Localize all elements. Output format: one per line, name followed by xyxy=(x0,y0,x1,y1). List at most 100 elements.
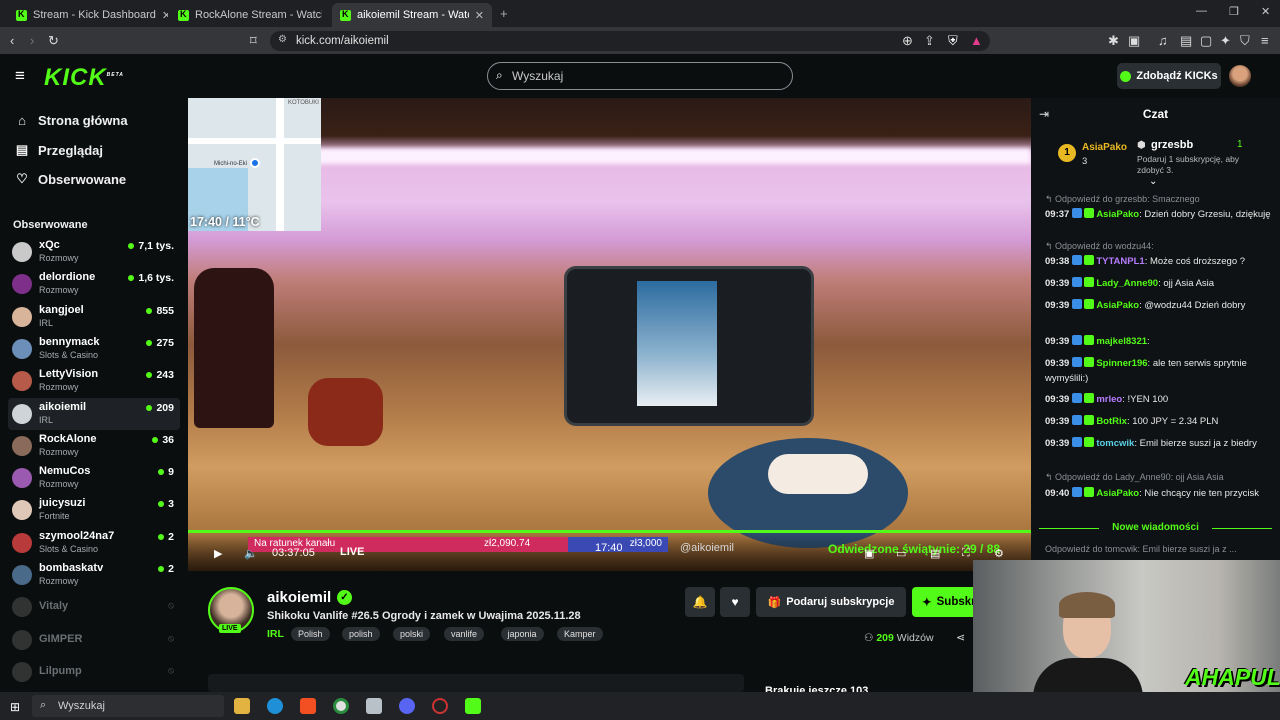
maximize-icon[interactable]: ❐ xyxy=(1229,5,1239,18)
stream-tag[interactable]: Polish xyxy=(291,627,330,641)
progress-bar[interactable] xyxy=(188,530,1031,533)
minimize-icon[interactable]: — xyxy=(1196,5,1207,17)
settings-gear-icon[interactable]: ⚙ xyxy=(994,547,1004,560)
hamburger-menu-icon[interactable]: ≡ xyxy=(15,66,25,86)
stream-category[interactable]: IRL xyxy=(267,628,284,640)
top-gifter-name[interactable]: AsiaPako xyxy=(1082,142,1127,153)
sidebar-channel-szymool24na7[interactable]: szymool24na7 Slots & Casino 2 xyxy=(8,527,180,559)
app-icon[interactable] xyxy=(366,698,382,714)
expand-icon[interactable]: ⌄ xyxy=(1149,176,1157,187)
site-info-icon[interactable]: ⚙ xyxy=(278,34,287,45)
tab-rockalone[interactable]: RockAlone Stream - Watch Live on Kick xyxy=(170,3,330,27)
stream-tag[interactable]: japonia xyxy=(500,627,544,641)
streamer-name[interactable]: aikoiemil xyxy=(267,589,331,606)
discord-icon[interactable] xyxy=(399,698,415,714)
file-explorer-icon[interactable] xyxy=(234,698,250,714)
channel-category: Slots & Casino xyxy=(39,543,99,554)
sidebar-channel-bennymack[interactable]: bennymack Slots & Casino 275 xyxy=(8,333,180,365)
get-kicks-button[interactable]: Zdobądź KICKs xyxy=(1117,63,1221,89)
chrome-icon[interactable] xyxy=(333,698,349,714)
new-tab-icon[interactable]: + xyxy=(500,6,508,21)
user-avatar[interactable] xyxy=(1229,65,1251,87)
reload-icon[interactable]: ↻ xyxy=(48,33,59,49)
sub-badge-icon xyxy=(1072,277,1083,287)
reading-list-icon[interactable]: ▤ xyxy=(1180,33,1192,49)
sidebar-channel-delordione[interactable]: delordione Rozmowy 1,6 tys. xyxy=(8,268,180,300)
chat-username[interactable]: Lady_Anne90 xyxy=(1096,278,1158,289)
kick-logo[interactable]: KICKBETA xyxy=(44,64,124,92)
stream-tag[interactable]: vanlife xyxy=(444,627,485,641)
gift-subs-button[interactable]: 🎁 Podaruj subskrypcje xyxy=(756,587,906,617)
music-icon[interactable]: ♫ xyxy=(1158,33,1168,48)
stream-tag[interactable]: polski xyxy=(393,627,431,641)
channel-viewers: 275 xyxy=(146,337,174,349)
stream-tag[interactable]: polish xyxy=(342,627,380,641)
sidebar-channel-bombaskatv[interactable]: bombaskatv Rozmowy 2 xyxy=(8,559,180,591)
zoom-icon[interactable]: ⊕ xyxy=(902,33,913,49)
menu-icon[interactable]: ≡ xyxy=(1261,33,1269,48)
map-overlay: KOTOBUKI Michi-no-Eki 17:40 / 11°C xyxy=(188,98,321,231)
sidebar-channel-offline[interactable]: GIMPER ⦸ xyxy=(8,624,180,656)
chat-username[interactable]: majkel8321 xyxy=(1096,336,1147,347)
edge-icon[interactable] xyxy=(267,698,283,714)
search-input[interactable]: ⌕ Wyszukaj xyxy=(487,62,793,90)
close-icon[interactable]: ✕ xyxy=(469,9,484,22)
sidebar-channel-juicysuzi[interactable]: juicysuzi Fortnite 3 xyxy=(8,494,180,526)
bookmark-icon[interactable]: ⌑ xyxy=(250,33,257,49)
volume-icon[interactable]: 🔈 xyxy=(244,547,258,560)
theater-icon[interactable]: ▭ xyxy=(896,547,906,560)
brave-icon[interactable] xyxy=(300,698,316,714)
sidebar-channel-offline[interactable]: Vitaly ⦸ xyxy=(8,591,180,623)
sidebar-channel-rockalone[interactable]: RockAlone Rozmowy 36 xyxy=(8,430,180,462)
sidebar-channel-nemucos[interactable]: NemuCos Rozmowy 9 xyxy=(8,462,180,494)
vpn-icon[interactable]: ⛉ xyxy=(1240,33,1250,49)
sidebar-toggle-icon[interactable]: ▣ xyxy=(1128,33,1140,49)
chat-username[interactable]: tomcwik xyxy=(1096,438,1134,449)
sidebar-item-browse[interactable]: ▤ Przeglądaj xyxy=(14,142,103,158)
fullscreen-icon[interactable]: ⛶ xyxy=(962,547,970,560)
sidebar-channel-offline[interactable]: Lilpump ⦸ xyxy=(8,656,180,688)
brave-shield-icon[interactable]: ⛨ xyxy=(948,33,958,49)
message-time: 09:37 xyxy=(1045,209,1070,220)
forward-icon[interactable]: › xyxy=(30,33,34,48)
window-close-icon[interactable]: ✕ xyxy=(1261,5,1270,18)
tab-kick-dashboard[interactable]: Stream - Kick Dashboard ✕ xyxy=(8,3,168,27)
sidebar-channel-xqc[interactable]: xQc Rozmowy 7,1 tys. xyxy=(8,236,180,268)
clip-icon[interactable]: ▣ xyxy=(864,547,874,560)
gifter-name[interactable]: grzesbb xyxy=(1151,139,1193,151)
play-icon[interactable]: ▶ xyxy=(214,547,222,560)
chat-username[interactable]: TYTANPL1 xyxy=(1096,256,1144,267)
extensions-icon[interactable]: ✱ xyxy=(1108,33,1119,49)
message-time: 09:39 xyxy=(1045,358,1070,369)
tab-aikoiemil[interactable]: aikoiemil Stream - Watch Live on Kick ✕ xyxy=(332,3,492,27)
chat-username[interactable]: AsiaPako xyxy=(1096,209,1139,220)
notification-bell-button[interactable]: 🔔 xyxy=(685,587,715,617)
obs-icon[interactable] xyxy=(432,698,448,714)
pip-icon[interactable]: ▤ xyxy=(930,547,940,560)
windows-start-icon[interactable]: ⊞ xyxy=(10,700,20,714)
chat-username[interactable]: AsiaPako xyxy=(1096,300,1139,311)
sidebar-channel-lettyvision[interactable]: LettyVision Rozmowy 243 xyxy=(8,365,180,397)
stream-tag[interactable]: Kamper xyxy=(557,627,603,641)
sidebar-channel-kangjoel[interactable]: kangjoel IRL 855 xyxy=(8,301,180,333)
url-field[interactable]: ⚙ kick.com/aikoiemil xyxy=(270,31,990,51)
taskbar-search[interactable]: ⌕ Wyszukaj xyxy=(32,695,224,717)
sidebar-item-following[interactable]: ♡ Obserwowane xyxy=(14,171,126,187)
share-page-icon[interactable]: ⇪ xyxy=(924,33,935,49)
video-player[interactable]: KOTOBUKI Michi-no-Eki 17:40 / 11°C Na ra… xyxy=(188,98,1031,571)
close-icon[interactable]: ✕ xyxy=(156,9,168,22)
new-messages-divider[interactable]: Nowe wiadomości xyxy=(1039,522,1272,533)
chat-username[interactable]: BotRix xyxy=(1096,416,1127,427)
chat-username[interactable]: Spinner196 xyxy=(1096,358,1147,369)
chat-username[interactable]: AsiaPako xyxy=(1096,488,1139,499)
follow-heart-button[interactable]: ♥ xyxy=(720,587,750,617)
back-icon[interactable]: ‹ xyxy=(10,33,14,48)
kick-app-icon[interactable] xyxy=(465,698,481,714)
chat-username[interactable]: mrleo xyxy=(1096,394,1122,405)
wallet-icon[interactable]: ▢ xyxy=(1200,33,1212,49)
sidebar-channel-aikoiemil[interactable]: aikoiemil IRL 209 xyxy=(8,397,180,430)
sidebar-item-home[interactable]: ⌂ Strona główna xyxy=(14,113,128,128)
ai-icon[interactable]: ✦ xyxy=(1220,33,1231,49)
share-icon[interactable]: ⋖ xyxy=(956,631,965,644)
brave-rewards-icon[interactable]: ▲ xyxy=(970,33,983,48)
